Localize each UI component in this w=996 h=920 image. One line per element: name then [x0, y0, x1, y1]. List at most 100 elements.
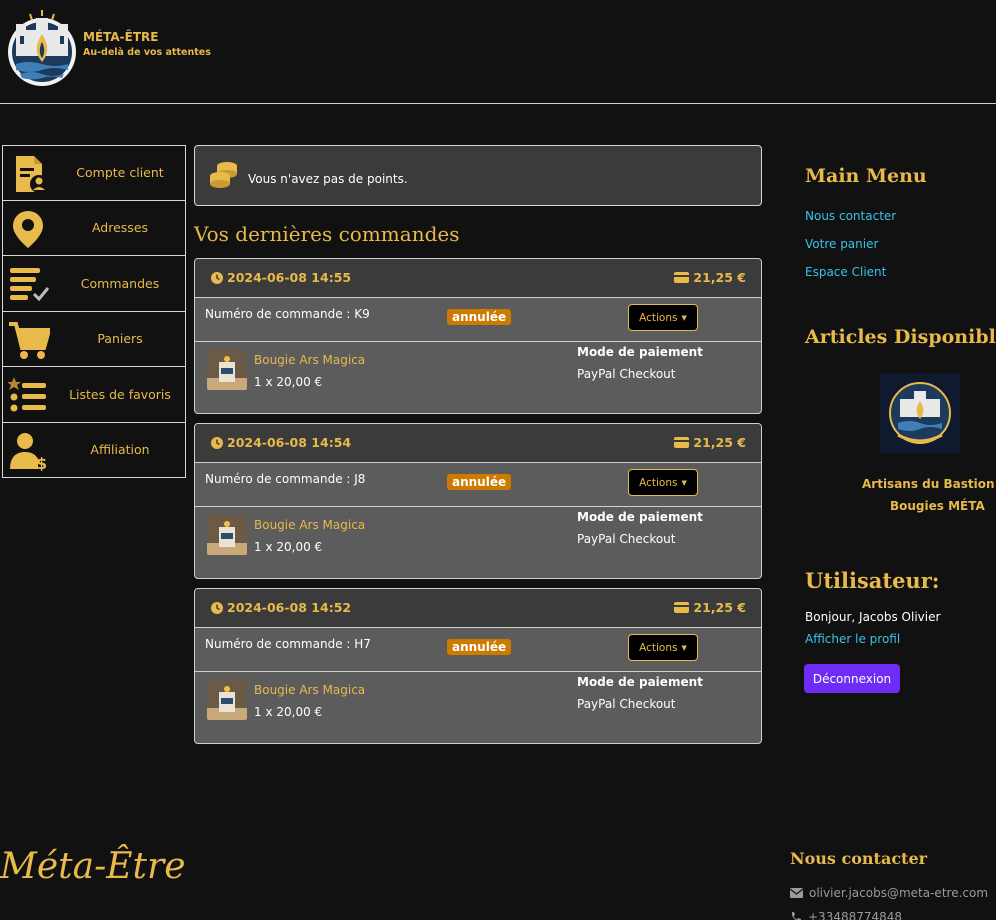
favorites-list-icon: [8, 377, 46, 412]
product-thumbnail[interactable]: [207, 680, 247, 720]
link-afficher-profil[interactable]: Afficher le profil: [805, 632, 900, 646]
order-summary-row: Numéro de commande : J8 annulée Actions …: [195, 463, 761, 507]
bastion-logo-icon[interactable]: [6, 8, 78, 88]
brand-tagline: Au-delà de vos attentes: [83, 47, 211, 58]
footer-email-text: olivier.jacobs@meta-etre.com: [809, 886, 989, 900]
user-title: Utilisateur:: [805, 568, 940, 593]
order-total-text: 21,25 €: [693, 435, 746, 450]
order-number: Numéro de commande : H7: [205, 637, 371, 651]
payment-method-value: PayPal Checkout: [577, 697, 676, 711]
order-summary-row: Numéro de commande : K9 annulée Actions …: [195, 298, 761, 342]
link-espace-client[interactable]: Espace Client: [805, 265, 886, 279]
order-card: 2024-06-08 14:52 21,25 € Numéro de comma…: [194, 588, 762, 744]
actions-button[interactable]: Actions ▼: [628, 469, 698, 496]
order-header: 2024-06-08 14:54 21,25 €: [195, 424, 761, 463]
link-nous-contacter[interactable]: Nous contacter: [805, 209, 896, 223]
status-badge: annulée: [447, 309, 512, 325]
brand-title: MÉTA-ÊTRE: [83, 30, 159, 44]
svg-text:$: $: [36, 454, 47, 471]
article-line-2: Bougies MÉTA: [890, 499, 985, 513]
order-total: 21,25 €: [674, 600, 746, 615]
order-total: 21,25 €: [674, 270, 746, 285]
product-quantity: 1 x 20,00 €: [254, 375, 323, 389]
credit-card-icon: [674, 602, 690, 613]
status-badge: annulée: [447, 474, 512, 490]
account-side-menu: Compte client Adresses Commandes Paniers: [2, 145, 186, 478]
status-badge: annulée: [447, 639, 512, 655]
side-item-adresses[interactable]: Adresses: [2, 200, 186, 256]
caret-down-icon: ▼: [681, 478, 687, 487]
credit-card-icon: [674, 437, 690, 448]
order-header: 2024-06-08 14:55 21,25 €: [195, 259, 761, 298]
order-date: 2024-06-08 14:54: [211, 435, 351, 450]
order-card: 2024-06-08 14:54 21,25 € Numéro de comma…: [194, 423, 762, 579]
main-menu-title: Main Menu: [805, 165, 927, 187]
product-name-link[interactable]: Bougie Ars Magica: [254, 518, 365, 532]
caret-down-icon: ▼: [681, 313, 687, 322]
actions-label: Actions: [639, 311, 678, 324]
clock-icon: [211, 436, 223, 449]
side-item-label: Commandes: [80, 275, 160, 291]
payment-method-value: PayPal Checkout: [577, 367, 676, 381]
artisans-logo-image[interactable]: [880, 373, 960, 453]
order-header: 2024-06-08 14:52 21,25 €: [195, 589, 761, 628]
product-thumbnail[interactable]: [207, 515, 247, 555]
link-votre-panier[interactable]: Votre panier: [805, 237, 878, 251]
product-quantity: 1 x 20,00 €: [254, 540, 323, 554]
side-item-label: Adresses: [91, 220, 149, 236]
user-greeting: Bonjour, Jacobs Olivier: [805, 610, 941, 624]
articles-title: Articles Disponible: [805, 326, 996, 348]
affiliate-user-icon: $: [10, 432, 47, 471]
actions-label: Actions: [639, 476, 678, 489]
clock-icon: [211, 271, 223, 284]
orders-list-icon: [10, 268, 50, 302]
order-summary-row: Numéro de commande : H7 annulée Actions …: [195, 628, 761, 672]
order-card: 2024-06-08 14:55 21,25 € Numéro de comma…: [194, 258, 762, 414]
order-date-text: 2024-06-08 14:55: [227, 270, 352, 285]
product-thumbnail[interactable]: [207, 350, 247, 390]
order-date-text: 2024-06-08 14:54: [227, 435, 352, 450]
orders-section-title: Vos dernières commandes: [194, 222, 460, 246]
payment-method-label: Mode de paiement: [577, 510, 703, 524]
product-name-link[interactable]: Bougie Ars Magica: [254, 683, 365, 697]
envelope-icon: [790, 888, 803, 898]
actions-button[interactable]: Actions ▼: [628, 304, 698, 331]
caret-down-icon: ▼: [681, 643, 687, 652]
footer-contact-title: Nous contacter: [790, 849, 928, 868]
clock-icon: [211, 601, 223, 614]
points-panel: Vous n'avez pas de points.: [194, 145, 762, 206]
payment-method-value: PayPal Checkout: [577, 532, 676, 546]
side-item-label: Affiliation: [90, 442, 150, 458]
logout-button[interactable]: Déconnexion: [804, 664, 900, 693]
product-quantity: 1 x 20,00 €: [254, 705, 323, 719]
side-item-label: Paniers: [97, 331, 143, 347]
side-item-paniers[interactable]: Paniers: [2, 311, 186, 367]
payment-method-label: Mode de paiement: [577, 675, 703, 689]
order-total-text: 21,25 €: [693, 270, 746, 285]
product-name-link[interactable]: Bougie Ars Magica: [254, 353, 365, 367]
footer-phone-text: +33488774848: [808, 910, 903, 920]
coins-icon: [210, 162, 237, 188]
order-date-text: 2024-06-08 14:52: [227, 600, 352, 615]
order-total-text: 21,25 €: [693, 600, 746, 615]
payment-method-label: Mode de paiement: [577, 345, 703, 359]
cart-icon: [9, 321, 50, 359]
account-document-icon: [16, 156, 48, 193]
footer-email[interactable]: olivier.jacobs@meta-etre.com: [790, 886, 988, 900]
phone-icon: [791, 912, 801, 920]
side-item-commandes[interactable]: Commandes: [2, 256, 186, 312]
order-date: 2024-06-08 14:55: [211, 270, 351, 285]
side-item-label: Listes de favoris: [69, 386, 171, 402]
side-item-listes-de-favoris[interactable]: Listes de favoris: [2, 367, 186, 423]
credit-card-icon: [674, 272, 690, 283]
footer-phone[interactable]: +33488774848: [790, 910, 902, 920]
side-item-label: Compte client: [76, 165, 164, 181]
article-line-1: Artisans du Bastion: [862, 477, 995, 491]
order-total: 21,25 €: [674, 435, 746, 450]
actions-label: Actions: [639, 641, 678, 654]
order-number: Numéro de commande : K9: [205, 307, 370, 321]
side-item-compte-client[interactable]: Compte client: [2, 145, 186, 201]
actions-button[interactable]: Actions ▼: [628, 634, 698, 661]
side-item-affiliation[interactable]: $ Affiliation: [2, 422, 186, 478]
order-date: 2024-06-08 14:52: [211, 600, 351, 615]
